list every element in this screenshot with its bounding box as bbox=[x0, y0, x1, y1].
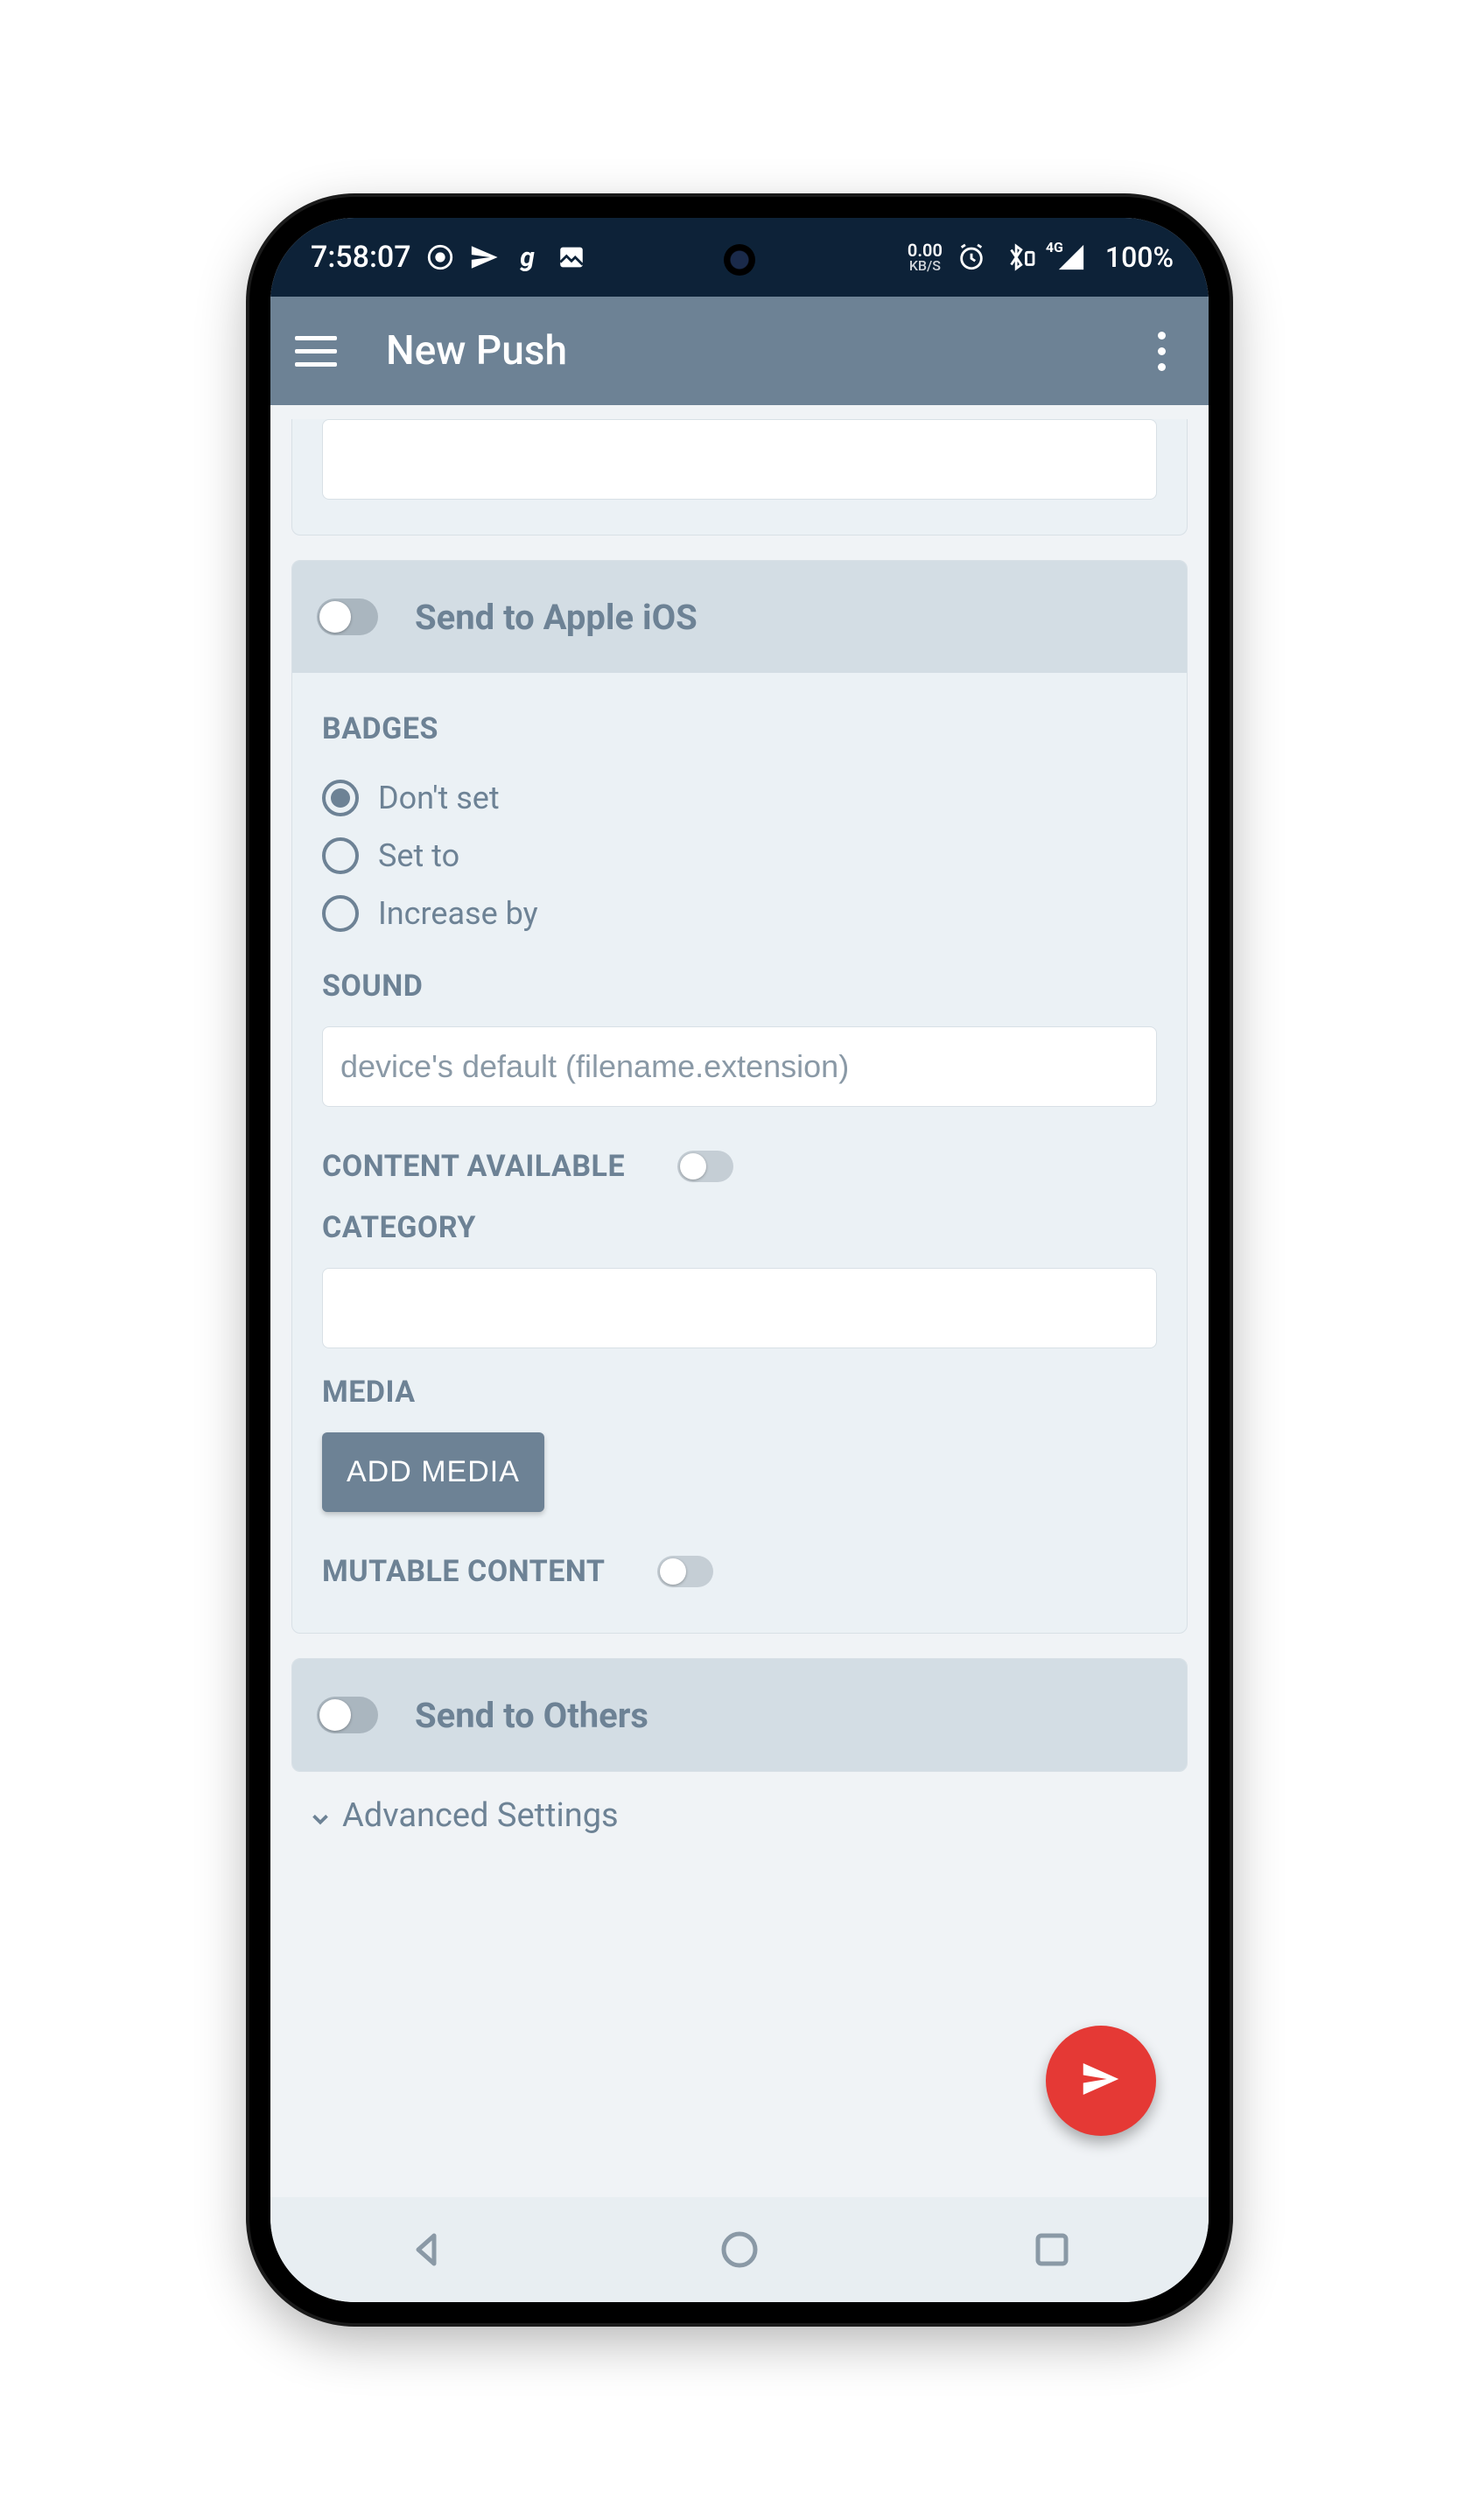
radio-icon bbox=[322, 780, 359, 816]
send-icon bbox=[1077, 2055, 1125, 2106]
advanced-settings-label: Advanced Settings bbox=[342, 1796, 619, 1835]
home-icon[interactable] bbox=[718, 2229, 761, 2271]
sound-input[interactable] bbox=[322, 1026, 1157, 1107]
others-toggle[interactable] bbox=[317, 1697, 378, 1733]
content-available-toggle[interactable] bbox=[677, 1151, 733, 1182]
category-input[interactable] bbox=[322, 1268, 1157, 1348]
sound-label: SOUND bbox=[322, 969, 1157, 1004]
radio-icon bbox=[322, 895, 359, 932]
recents-icon[interactable] bbox=[1031, 2229, 1073, 2271]
page-title: New Push bbox=[386, 327, 567, 374]
network-speed: 0.00 KB/S bbox=[908, 242, 943, 273]
overflow-icon[interactable] bbox=[1140, 330, 1182, 372]
previous-section-tail bbox=[291, 419, 1188, 536]
badges-option-set-to[interactable]: Set to bbox=[322, 827, 1157, 885]
signal-icon: 4G bbox=[1051, 242, 1091, 272]
ios-card-header: Send to Apple iOS bbox=[292, 561, 1187, 673]
badges-label: BADGES bbox=[322, 711, 1157, 746]
ios-toggle[interactable] bbox=[317, 598, 378, 635]
app-toolbar: New Push bbox=[270, 297, 1209, 405]
add-media-button[interactable]: ADD MEDIA bbox=[322, 1432, 544, 1512]
alarm-icon bbox=[957, 242, 986, 272]
advanced-settings-toggle[interactable]: Advanced Settings bbox=[291, 1772, 1188, 1844]
bluetooth-icon bbox=[1000, 242, 1037, 272]
system-nav-bar bbox=[270, 2197, 1209, 2302]
content-available-label: CONTENT AVAILABLE bbox=[322, 1149, 625, 1184]
radio-icon bbox=[322, 837, 359, 874]
status-time: 7:58:07 bbox=[311, 240, 411, 275]
media-label: MEDIA bbox=[322, 1375, 1157, 1410]
chevron-down-icon bbox=[307, 1802, 333, 1829]
mutable-content-toggle[interactable] bbox=[657, 1556, 713, 1587]
previous-input[interactable] bbox=[322, 419, 1157, 500]
others-card-header: Send to Others bbox=[292, 1659, 1187, 1771]
ios-card: Send to Apple iOS BADGES Don't set Set t… bbox=[291, 560, 1188, 1634]
app-icon: g bbox=[513, 242, 543, 272]
picture-icon bbox=[557, 242, 586, 272]
send-icon bbox=[469, 242, 499, 272]
target-icon bbox=[425, 242, 455, 272]
send-fab[interactable] bbox=[1046, 2026, 1156, 2136]
badges-option-dont-set[interactable]: Don't set bbox=[322, 769, 1157, 827]
badges-option-increase-by[interactable]: Increase by bbox=[322, 885, 1157, 942]
ios-header-label: Send to Apple iOS bbox=[415, 597, 697, 638]
battery-percent: 100% bbox=[1105, 241, 1174, 274]
others-card: Send to Others bbox=[291, 1658, 1188, 1772]
back-icon[interactable] bbox=[406, 2229, 448, 2271]
category-label: CATEGORY bbox=[322, 1210, 1157, 1245]
menu-icon[interactable] bbox=[295, 330, 337, 372]
others-header-label: Send to Others bbox=[415, 1695, 648, 1736]
mutable-content-label: MUTABLE CONTENT bbox=[322, 1554, 605, 1589]
